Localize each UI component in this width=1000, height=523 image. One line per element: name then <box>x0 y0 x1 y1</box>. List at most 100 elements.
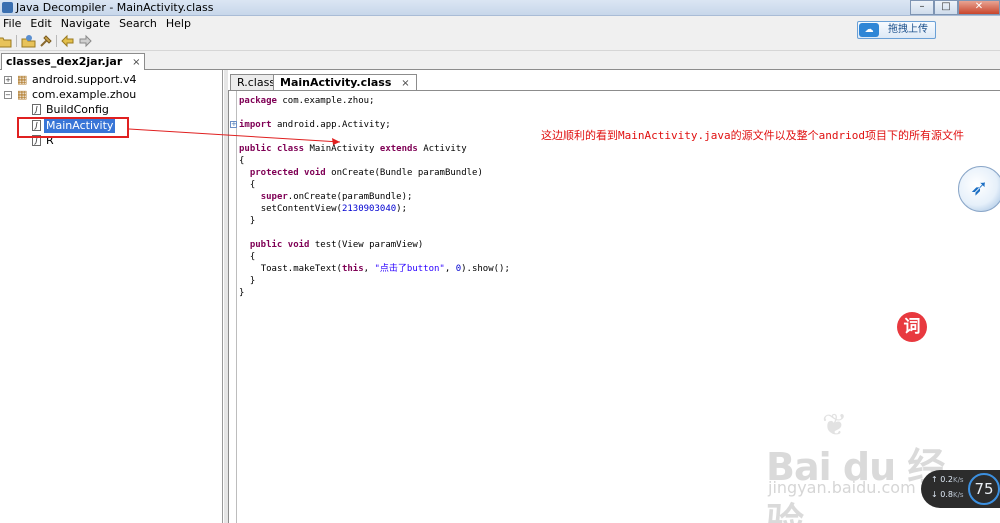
maximize-icon[interactable]: □ <box>934 0 958 15</box>
tree-item-com-example-zhou[interactable]: − ▦ com.example.zhou <box>0 87 200 102</box>
menu-navigate[interactable]: Navigate <box>58 16 116 32</box>
package-icon: ▦ <box>17 88 28 101</box>
keyword: package <box>239 96 277 106</box>
cloud-icon: ☁ <box>859 23 879 37</box>
java-file-icon: J <box>32 104 41 115</box>
drag-upload-button[interactable]: ☁ 拖拽上传 <box>857 21 936 39</box>
tab-label: R.class <box>237 76 276 89</box>
keyword: public <box>249 240 283 250</box>
code-text: Activity <box>423 144 467 154</box>
close-icon[interactable]: ✕ <box>958 0 1000 15</box>
keyword: protected <box>249 168 299 178</box>
menu-bar: File Edit Navigate Search Help <box>0 16 1000 32</box>
tree-item-label: com.example.zhou <box>32 88 137 101</box>
open-folder-icon[interactable] <box>0 34 12 48</box>
code-text: .onCreate(paramBundle); <box>287 192 413 202</box>
download-speed: ↓ 0.8K/s <box>931 490 964 499</box>
code-text: android.app.Activity; <box>276 120 391 130</box>
code-line: protected void onCreate(Bundle paramBund… <box>239 167 483 179</box>
code-line: package com.example.zhou; <box>239 95 374 107</box>
code-text: { <box>249 180 256 190</box>
tab-label: MainActivity.class <box>280 76 392 89</box>
toolbar-separator <box>56 35 57 47</box>
window-title: Java Decompiler - MainActivity.class <box>16 1 214 14</box>
code-text: test(View paramView) <box>314 240 424 250</box>
code-line: { <box>239 156 245 166</box>
keyword: public <box>239 144 272 154</box>
code-line: { <box>239 179 255 191</box>
close-icon[interactable]: × <box>132 57 140 68</box>
fold-expand-icon[interactable]: + <box>230 121 237 128</box>
code-line: import android.app.Activity; <box>239 119 391 131</box>
code-line: Toast.makeText(this, "点击了button", 0).sho… <box>239 263 510 275</box>
package-icon: ▦ <box>17 73 28 86</box>
editor-gutter: + <box>229 91 237 523</box>
code-text: ).show(); <box>461 264 510 274</box>
highlight-box <box>17 117 129 138</box>
code-line: public class MainActivity extends Activi… <box>239 143 467 155</box>
back-arrow-icon[interactable] <box>60 34 75 48</box>
collapse-icon[interactable]: − <box>4 91 12 99</box>
keyword: class <box>276 144 305 154</box>
keyword: void <box>287 240 310 250</box>
code-text: Toast.makeText( <box>260 264 342 274</box>
code-text: , <box>363 264 375 274</box>
download-speed-value: 0.8 <box>940 490 953 499</box>
annotation-text: 这边顺利的看到MainActivity.java的源文件以及整个andriod项… <box>541 129 964 142</box>
code-line: public void test(View paramView) <box>239 239 423 251</box>
code-text: ); <box>396 204 407 214</box>
speed-unit: K/s <box>952 491 964 499</box>
code-text: } <box>249 276 256 286</box>
tree-item-android-support[interactable]: + ▦ android.support.v4 <box>0 72 200 87</box>
code-line: } <box>239 275 255 287</box>
code-text: setContentView( <box>260 204 342 214</box>
string-literal: "点击了button" <box>374 264 445 274</box>
open-type-icon[interactable] <box>21 34 36 48</box>
keyword: extends <box>379 144 418 154</box>
keyword: void <box>304 168 326 178</box>
toolbar-separator <box>16 35 17 47</box>
tab-classes-dex2jar[interactable]: classes_dex2jar.jar × <box>1 53 146 70</box>
expand-icon[interactable]: + <box>4 76 12 84</box>
memory-percent: 75 <box>968 473 1000 505</box>
dictionary-button[interactable]: 词 <box>897 312 927 342</box>
menu-help[interactable]: Help <box>163 16 197 32</box>
code-text: com.example.zhou; <box>282 96 375 106</box>
toolbar <box>0 32 1000 51</box>
menu-search[interactable]: Search <box>116 16 163 32</box>
forward-arrow-icon[interactable] <box>78 34 93 48</box>
code-text: } <box>249 216 256 226</box>
menu-edit[interactable]: Edit <box>27 16 57 32</box>
hammer-icon[interactable] <box>38 34 53 48</box>
code-line: super.onCreate(paramBundle); <box>239 191 413 203</box>
tab-mainactivity-class[interactable]: MainActivity.class × <box>273 74 417 91</box>
speed-unit: K/s <box>952 476 964 484</box>
upload-speed: ↑ 0.2K/s <box>931 475 964 484</box>
code-text: , <box>444 264 456 274</box>
tree-item-label: BuildConfig <box>46 103 109 116</box>
code-text: MainActivity <box>309 144 375 154</box>
bird-assistant-icon[interactable]: ➶ <box>958 166 1000 212</box>
file-tab-label: classes_dex2jar.jar <box>6 55 123 68</box>
editor-tab-bar: R.class MainActivity.class × <box>228 72 1000 91</box>
keyword: super <box>260 192 288 202</box>
file-tab-bar: classes_dex2jar.jar × <box>0 51 1000 70</box>
minimize-icon[interactable]: – <box>910 0 934 15</box>
keyword: import <box>239 120 272 130</box>
code-line: } <box>239 288 245 298</box>
menu-file[interactable]: File <box>0 16 27 32</box>
keyword: this <box>341 264 364 274</box>
tree-item-label: android.support.v4 <box>32 73 137 86</box>
code-line: setContentView(2130903040); <box>239 203 407 215</box>
title-bar: Java Decompiler - MainActivity.class – □… <box>0 0 1000 16</box>
network-speed-widget[interactable]: ↑ 0.2K/s ↓ 0.8K/s 75 <box>921 470 1000 508</box>
code-text: { <box>249 252 256 262</box>
watermark-url: jingyan.baidu.com <box>768 478 916 497</box>
window-controls: – □ ✕ <box>910 0 1000 15</box>
app-icon <box>2 2 13 13</box>
code-line: } <box>239 215 255 227</box>
number-literal: 2130903040 <box>341 204 397 214</box>
close-icon[interactable]: × <box>401 78 409 89</box>
tree-item-buildconfig[interactable]: J BuildConfig <box>0 102 200 117</box>
code-line: { <box>239 251 255 263</box>
